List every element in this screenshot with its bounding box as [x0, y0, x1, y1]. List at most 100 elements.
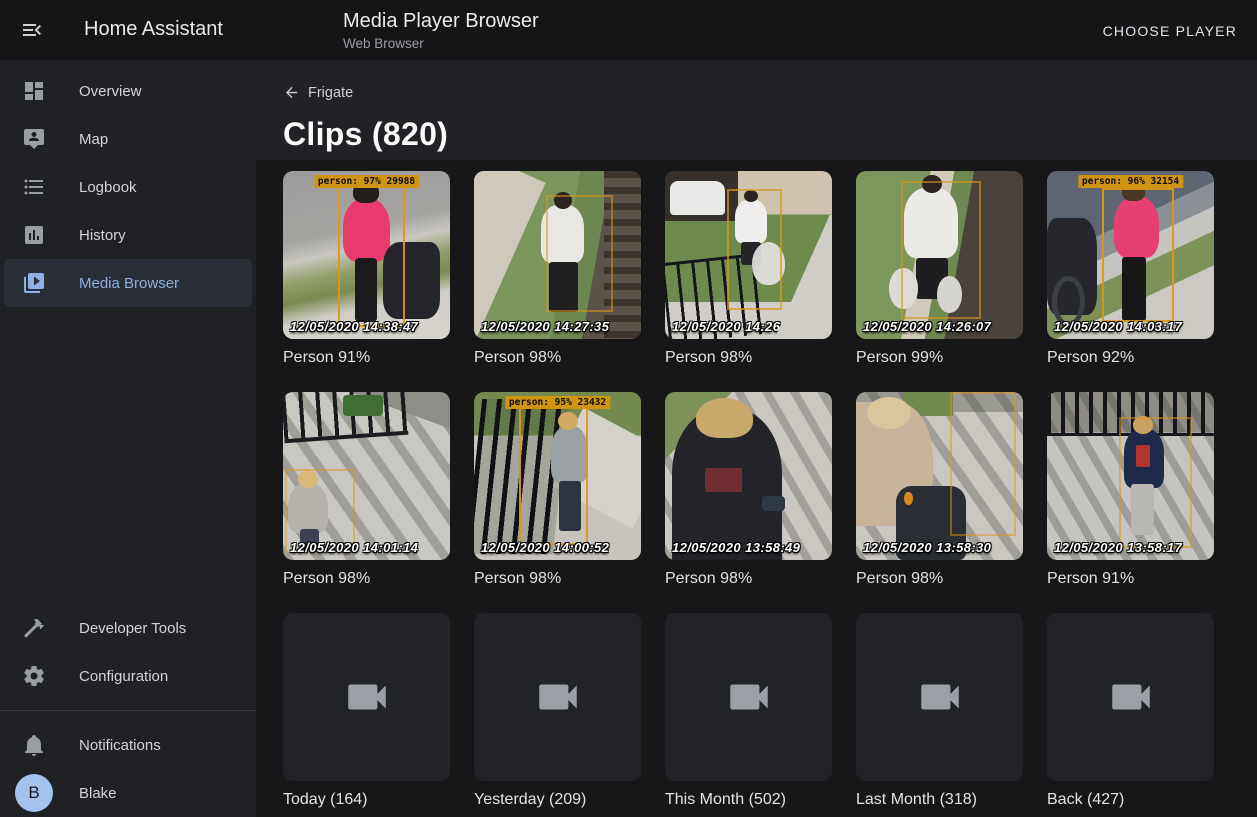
clip-thumbnail[interactable]: 12/05/2020 13:58:49	[665, 392, 832, 560]
detection-bounding-box	[519, 407, 587, 545]
folder-label: Last Month (318)	[856, 788, 1023, 812]
folder-tile-yesterday[interactable]	[474, 613, 641, 781]
sidebar-divider	[0, 710, 256, 711]
clip-timestamp: 12/05/2020 14:27:35	[481, 319, 609, 334]
folder-label: Yesterday (209)	[474, 788, 641, 812]
sidebar-item-notifications[interactable]: Notifications	[4, 721, 252, 769]
sidebar-item-developer-tools[interactable]: Developer Tools	[4, 604, 252, 652]
clip-thumbnail[interactable]: 12/05/2020 13:58:17	[1047, 392, 1214, 560]
detection-label: person: 95% 23432	[505, 396, 610, 409]
content-header: Frigate Clips (820)	[256, 60, 1257, 160]
folder-cell: Back (427)	[1047, 613, 1214, 812]
main-content: Frigate Clips (820) person: 97% 29988 12…	[256, 60, 1257, 817]
sidebar-item-label: Logbook	[79, 179, 137, 196]
menu-open-icon[interactable]	[14, 12, 50, 48]
detection-bounding-box	[950, 392, 1017, 536]
sidebar: Overview Map Logbook History Media Brows…	[0, 60, 256, 817]
sidebar-item-history[interactable]: History	[4, 211, 252, 259]
folder-tile-this-month[interactable]	[665, 613, 832, 781]
sidebar-item-label: Notifications	[79, 737, 161, 754]
sidebar-item-map[interactable]: Map	[4, 115, 252, 163]
clip-thumbnail[interactable]: 12/05/2020 13:58:30	[856, 392, 1023, 560]
clip-caption: Person 98%	[665, 567, 832, 591]
folder-cell: Yesterday (209)	[474, 613, 641, 812]
clip-caption: Person 98%	[474, 346, 641, 370]
breadcrumb-label: Frigate	[308, 85, 353, 101]
video-camera-icon	[342, 672, 392, 722]
arrow-left-icon	[283, 84, 300, 101]
clip-thumbnail[interactable]: 12/05/2020 14:26:07	[856, 171, 1023, 339]
sidebar-item-user[interactable]: B Blake	[4, 769, 252, 817]
video-camera-icon	[915, 672, 965, 722]
clip-cell: 12/05/2020 13:58:30 Person 98%	[856, 392, 1023, 591]
video-camera-icon	[533, 672, 583, 722]
detection-bounding-box	[546, 195, 613, 313]
folder-cell: Last Month (318)	[856, 613, 1023, 812]
clip-cell: 12/05/2020 13:58:49 Person 98%	[665, 392, 832, 591]
clip-cell: 12/05/2020 13:58:17 Person 91%	[1047, 392, 1214, 591]
sidebar-item-label: Media Browser	[79, 275, 179, 292]
clip-timestamp: 12/05/2020 14:00:52	[481, 540, 609, 555]
clip-timestamp: 12/05/2020 14:38:47	[290, 319, 418, 334]
detection-bounding-box	[901, 181, 981, 319]
page-title-block: Media Player Browser Web Browser	[343, 10, 539, 51]
sidebar-item-logbook[interactable]: Logbook	[4, 163, 252, 211]
sidebar-item-media-browser[interactable]: Media Browser	[4, 259, 252, 307]
folder-tile-back[interactable]	[1047, 613, 1214, 781]
page-heading: Clips (820)	[283, 116, 1257, 153]
avatar: B	[15, 774, 53, 812]
clip-caption: Person 91%	[283, 346, 450, 370]
sidebar-item-configuration[interactable]: Configuration	[4, 652, 252, 700]
clip-timestamp: 12/05/2020 13:58:30	[863, 540, 991, 555]
folder-tile-today[interactable]	[283, 613, 450, 781]
clip-thumbnail[interactable]: 12/05/2020 14:26:48	[665, 171, 832, 339]
detection-bounding-box	[727, 189, 782, 310]
sidebar-item-label: History	[79, 227, 126, 244]
clip-thumbnail[interactable]: 12/05/2020 14:27:35	[474, 171, 641, 339]
sidebar-item-label: Map	[79, 131, 108, 148]
video-camera-icon	[1106, 672, 1156, 722]
clip-cell: person: 97% 29988 12/05/2020 14:38:47 Pe…	[283, 171, 450, 370]
clip-caption: Person 98%	[474, 567, 641, 591]
app-window: Home Assistant Media Player Browser Web …	[0, 0, 1257, 817]
clip-cell: person: 96% 32154 12/05/2020 14:03:17 Pe…	[1047, 171, 1214, 370]
folder-cell: Today (164)	[283, 613, 450, 812]
map-account-icon	[22, 127, 46, 151]
detection-bounding-box	[338, 186, 405, 327]
clip-caption: Person 92%	[1047, 346, 1214, 370]
clip-timestamp: 12/05/2020 14:26:07	[863, 319, 991, 334]
clip-thumbnail[interactable]: person: 97% 29988 12/05/2020 14:38:47	[283, 171, 450, 339]
clip-thumbnail[interactable]: 12/05/2020 14:01:14	[283, 392, 450, 560]
clip-caption: Person 91%	[1047, 567, 1214, 591]
clip-timestamp: 12/05/2020 14:03:17	[1054, 319, 1182, 334]
folder-label: Back (427)	[1047, 788, 1214, 812]
dashboard-icon	[22, 79, 46, 103]
grid-row: 12/05/2020 14:01:14 Person 98% person: 9…	[283, 392, 1257, 591]
detection-label: person: 97% 29988	[314, 175, 419, 188]
clip-cell: 12/05/2020 14:01:14 Person 98%	[283, 392, 450, 591]
folder-label: This Month (502)	[665, 788, 832, 812]
clip-thumbnail[interactable]: person: 95% 23432 12/05/2020 14:00:52	[474, 392, 641, 560]
sidebar-item-label: Configuration	[79, 668, 168, 685]
hammer-icon	[22, 616, 46, 640]
folder-tile-last-month[interactable]	[856, 613, 1023, 781]
breadcrumb-back[interactable]: Frigate	[283, 60, 353, 101]
top-app-bar: Home Assistant Media Player Browser Web …	[0, 0, 1257, 60]
choose-player-button[interactable]: CHOOSE PLAYER	[1095, 14, 1245, 48]
clip-thumbnail[interactable]: person: 96% 32154 12/05/2020 14:03:17	[1047, 171, 1214, 339]
media-grid: person: 97% 29988 12/05/2020 14:38:47 Pe…	[256, 160, 1257, 812]
user-name: Blake	[79, 785, 117, 802]
page-subtitle: Web Browser	[343, 36, 539, 51]
clip-caption: Person 98%	[856, 567, 1023, 591]
detection-label: person: 96% 32154	[1078, 175, 1183, 188]
sidebar-item-overview[interactable]: Overview	[4, 67, 252, 115]
clip-timestamp: 12/05/2020 14:01:14	[290, 540, 418, 555]
chart-box-icon	[22, 223, 46, 247]
gear-icon	[22, 664, 46, 688]
play-box-multiple-icon	[22, 271, 46, 295]
app-title: Home Assistant	[84, 18, 223, 41]
folder-label: Today (164)	[283, 788, 450, 812]
clip-cell: 12/05/2020 14:27:35 Person 98%	[474, 171, 641, 370]
detection-bounding-box	[1119, 417, 1192, 548]
grid-row: person: 97% 29988 12/05/2020 14:38:47 Pe…	[283, 171, 1257, 370]
